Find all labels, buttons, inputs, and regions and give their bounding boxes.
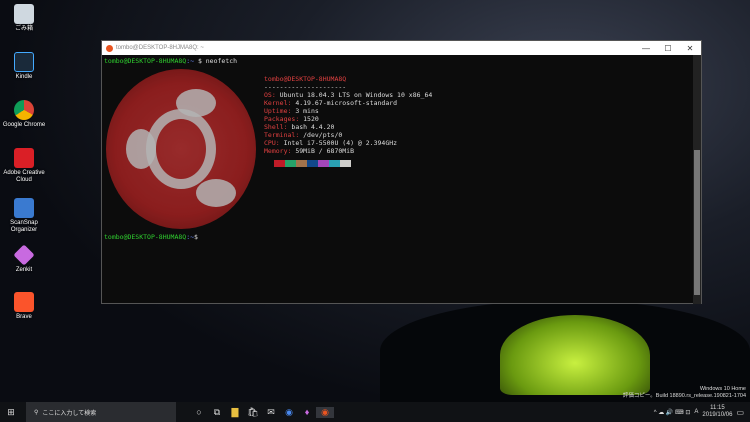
- desktop-icon-creative-cloud[interactable]: Adobe Creative Cloud: [2, 148, 46, 184]
- search-box[interactable]: ⚲ ここに入力して検索: [26, 402, 176, 422]
- info-value: 4.19.67-microsoft-standard: [295, 99, 398, 107]
- palette-swatch: [340, 160, 351, 167]
- desktop-icon-scansnap[interactable]: ScanSnap Organizer: [2, 198, 46, 234]
- scansnap-icon: [14, 198, 34, 218]
- info-key: Terminal: [264, 131, 296, 139]
- icon-label: Brave: [16, 314, 32, 320]
- info-header: tombo@DESKTOP-8HUMA8Q: [264, 75, 347, 83]
- kindle-icon: [14, 52, 34, 72]
- desktop-icon-recycle-bin[interactable]: ごみ箱: [2, 4, 46, 33]
- tray-icons[interactable]: ^ ☁ 🔊 ⌨ ⊡: [654, 409, 691, 416]
- info-key: Shell: [264, 123, 284, 131]
- desktop-icon-chrome[interactable]: Google Chrome: [2, 100, 46, 129]
- info-value: 3 mins: [295, 107, 319, 115]
- ubuntu-taskbar-icon[interactable]: ◉: [316, 406, 334, 418]
- terminal-content[interactable]: tombo@DESKTOP-8HUMA8Q:~ $ neofetch tombo…: [102, 55, 701, 304]
- palette-swatch: [307, 160, 318, 167]
- palette-swatch: [296, 160, 307, 167]
- scrollbar-thumb[interactable]: [694, 150, 700, 295]
- file-explorer-icon[interactable]: ▇: [226, 407, 244, 418]
- clock[interactable]: 11:15 2019/10/06: [702, 405, 732, 419]
- info-separator: ---------------------: [264, 83, 347, 91]
- terminal-window[interactable]: tombo@DESKTOP-8HJMA8Q: ~ — ☐ ✕ tombo@DES…: [101, 40, 702, 304]
- notification-icon[interactable]: ▭: [736, 408, 744, 417]
- info-value: /dev/pts/0: [303, 131, 343, 139]
- search-placeholder: ここに入力して検索: [42, 410, 97, 417]
- info-row: Packages: 1520: [264, 115, 319, 123]
- task-view-icon[interactable]: ⧉: [208, 407, 226, 418]
- info-key: CPU: [264, 139, 276, 147]
- date: 2019/10/06: [702, 412, 733, 418]
- windows-start-icon[interactable]: ⊞: [2, 407, 20, 418]
- info-value: bash 4.4.20: [291, 123, 335, 131]
- time: 11:15: [710, 405, 725, 411]
- zenkit-taskbar-icon[interactable]: ♦: [298, 407, 316, 417]
- palette-swatch: [329, 160, 340, 167]
- command-line: tombo@DESKTOP-8HUMA8Q:~ $ neofetch: [104, 57, 699, 65]
- chrome-taskbar-icon[interactable]: ◉: [280, 407, 298, 418]
- icon-label: Adobe Creative Cloud: [3, 170, 45, 183]
- maximize-button[interactable]: ☐: [657, 44, 679, 53]
- mail-icon[interactable]: ✉: [262, 407, 280, 418]
- icon-label: ScanSnap Organizer: [10, 220, 38, 233]
- system-info: tombo@DESKTOP-8HUMA8Q ------------------…: [264, 75, 432, 167]
- ubuntu-icon: [106, 44, 113, 52]
- palette-swatch: [274, 160, 285, 167]
- info-row: Kernel: 4.19.67-microsoft-standard: [264, 99, 398, 107]
- info-row: Uptime: 3 mins: [264, 107, 319, 115]
- taskbar: ⊞ ⚲ ここに入力して検索 ○ ⧉ ▇ 🛍 ✉ ◉ ♦ ◉ ^ ☁ 🔊 ⌨ ⊡ A…: [0, 402, 750, 422]
- system-tray: ^ ☁ 🔊 ⌨ ⊡ A 11:15 2019/10/06 ▭: [654, 405, 750, 419]
- info-row: CPU: Intel i7-5500U (4) @ 2.394GHz: [264, 139, 398, 147]
- ime-indicator[interactable]: A: [694, 409, 698, 415]
- info-row: Terminal: /dev/pts/0: [264, 131, 343, 139]
- desktop-icon-kindle[interactable]: Kindle: [2, 52, 46, 81]
- chrome-icon: [14, 100, 34, 120]
- info-key: Uptime: [264, 107, 288, 115]
- brave-icon: [14, 292, 34, 312]
- final-prompt-line: tombo@DESKTOP-8HUMA8Q:~$: [104, 233, 198, 241]
- info-value: Intel i7-5500U (4) @ 2.394GHz: [283, 139, 398, 147]
- wallpaper-tent: [500, 315, 650, 395]
- info-row: Shell: bash 4.4.20: [264, 123, 335, 131]
- info-row: Memory: 59MiB / 6870MiB: [264, 147, 355, 155]
- palette-swatch: [318, 160, 329, 167]
- info-value: 59MiB / 6870MiB: [295, 147, 355, 155]
- info-key: OS: [264, 91, 272, 99]
- minimize-button[interactable]: —: [635, 44, 657, 53]
- command: $ neofetch: [197, 57, 238, 65]
- close-button[interactable]: ✕: [679, 44, 701, 53]
- desktop-icon-brave[interactable]: Brave: [2, 292, 46, 321]
- watermark-build: 評価コピー。Build 18890.rs_release.190821-1704: [622, 393, 746, 399]
- scrollbar[interactable]: [693, 55, 701, 304]
- desktop-icon-zenkit[interactable]: Zenkit: [2, 244, 46, 274]
- windows-watermark: Windows 10 Home 評価コピー。Build 18890.rs_rele…: [623, 386, 746, 400]
- info-key: Kernel: [264, 99, 288, 107]
- prompt-path: :~: [186, 233, 195, 241]
- info-key: Memory: [264, 147, 288, 155]
- store-icon[interactable]: 🛍: [244, 407, 262, 418]
- prompt-user: tombo@DESKTOP-8HUMA8Q: [104, 57, 187, 65]
- title-bar[interactable]: tombo@DESKTOP-8HJMA8Q: ~ — ☐ ✕: [102, 41, 701, 55]
- recycle-bin-icon: [14, 4, 34, 24]
- icon-label: Kindle: [15, 74, 33, 80]
- cortana-icon[interactable]: ○: [190, 407, 208, 417]
- prompt-path: :~: [186, 57, 195, 65]
- palette-swatch: [285, 160, 296, 167]
- watermark-edition: Windows 10 Home: [699, 386, 746, 392]
- icon-label: Zenkit: [15, 267, 33, 273]
- icon-label: Google Chrome: [2, 122, 46, 128]
- icon-label: ごみ箱: [14, 26, 33, 32]
- ubuntu-ascii-logo: [106, 69, 256, 229]
- color-palette: [274, 160, 432, 167]
- info-row: OS: Ubuntu 18.04.3 LTS on Windows 10 x86…: [264, 91, 433, 99]
- info-value: 1520: [303, 115, 319, 123]
- info-key: Packages: [264, 115, 296, 123]
- prompt-symbol: $: [194, 233, 198, 241]
- zenkit-icon: [13, 244, 35, 266]
- search-icon: ⚲: [34, 409, 39, 416]
- prompt-user: tombo@DESKTOP-8HUMA8Q: [104, 233, 187, 241]
- window-title: tombo@DESKTOP-8HJMA8Q: ~: [116, 45, 204, 51]
- creative-cloud-icon: [14, 148, 34, 168]
- info-value: Ubuntu 18.04.3 LTS on Windows 10 x86_64: [279, 91, 433, 99]
